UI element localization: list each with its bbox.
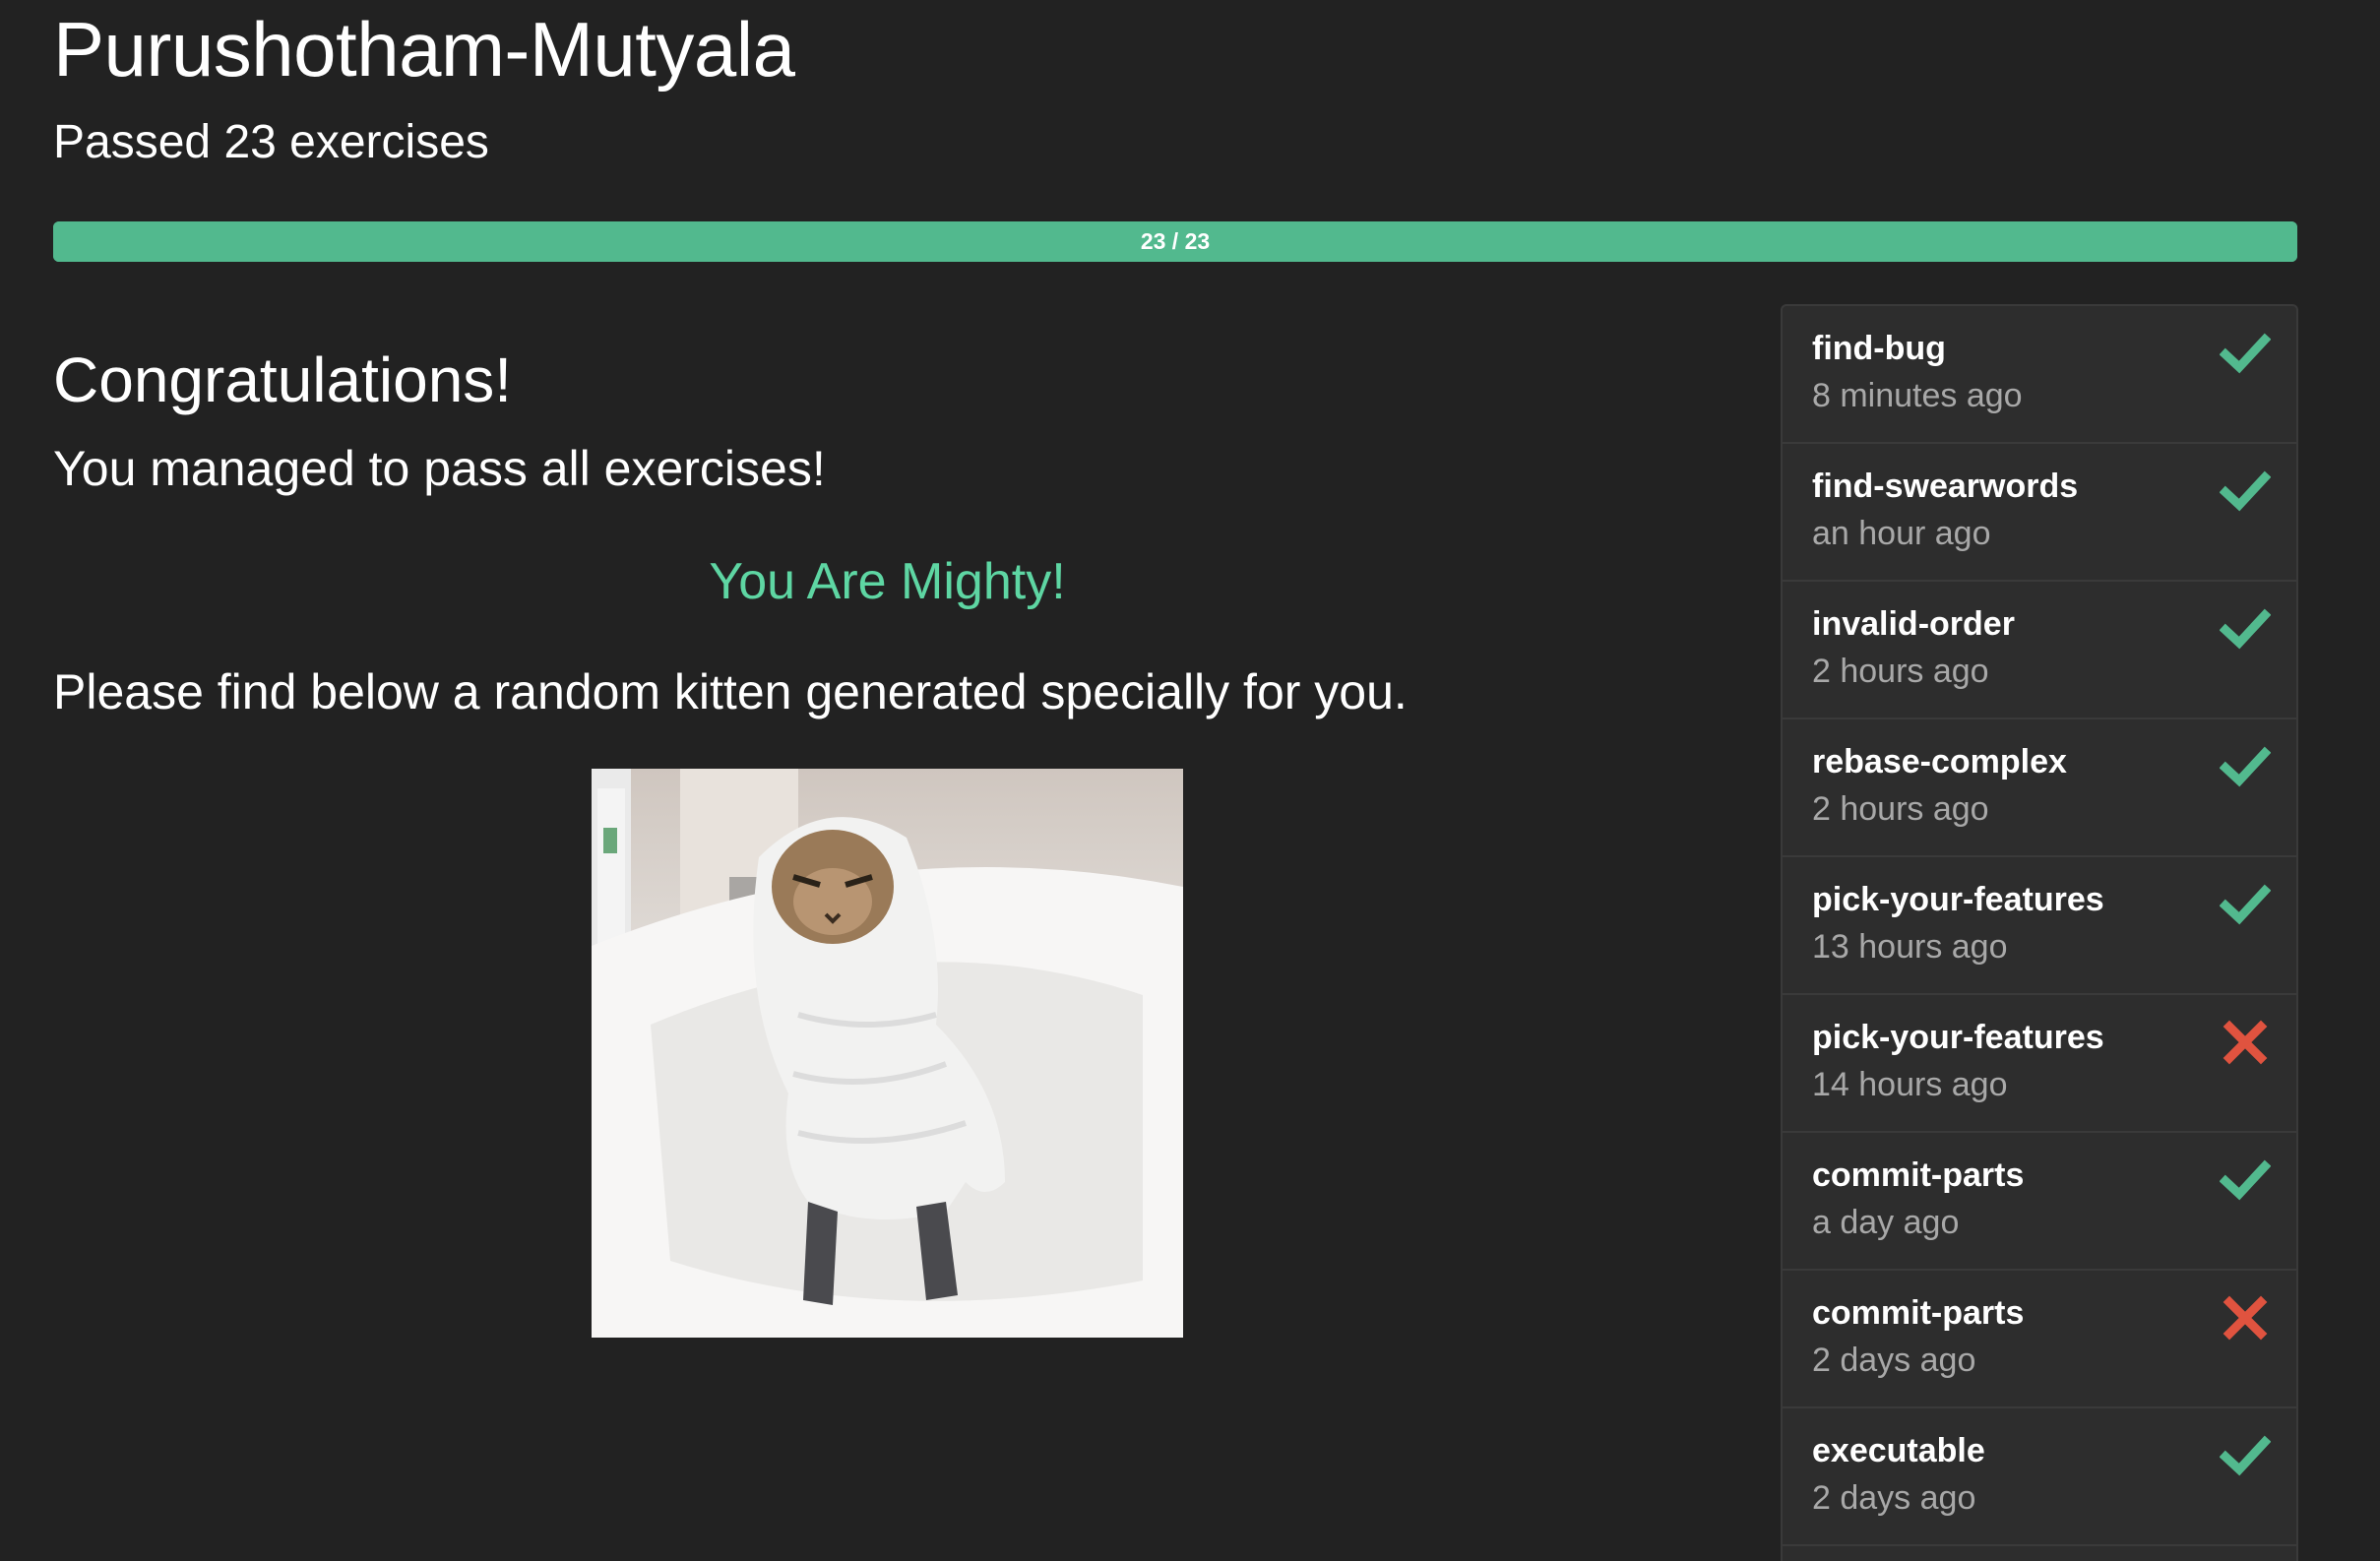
check-icon — [2219, 1155, 2272, 1206]
exercise-list-item[interactable]: commit-parts a day ago — [1783, 1133, 2296, 1271]
exercise-time: 2 days ago — [1812, 1479, 1976, 1517]
cross-icon — [2220, 1017, 2271, 1068]
exercise-list-item[interactable]: commit-parts 2 days ago — [1783, 1271, 2296, 1408]
progress-label: 23 / 23 — [1140, 228, 1211, 254]
exercise-name: find-bug — [1812, 330, 1946, 367]
exercise-name: commit-parts — [1812, 1294, 2025, 1332]
exercise-name: find-swearwords — [1812, 468, 2079, 505]
check-icon — [2219, 879, 2272, 930]
check-icon — [2219, 466, 2272, 517]
exercise-time: 2 hours ago — [1812, 653, 1989, 690]
exercise-time: 8 minutes ago — [1812, 377, 2023, 414]
check-icon — [2219, 1430, 2272, 1481]
exercise-time: 2 days ago — [1812, 1342, 1976, 1379]
cross-icon — [2220, 1292, 2271, 1343]
exercise-list-item[interactable]: rebase-complex 2 hours ago — [1783, 719, 2296, 857]
progress-bar: 23 / 23 — [53, 221, 2297, 262]
exercise-time: an hour ago — [1812, 515, 1991, 552]
exercise-list-item[interactable]: pick-your-features 13 hours ago — [1783, 857, 2296, 995]
check-icon — [2219, 328, 2272, 379]
exercise-name: commit-parts — [1812, 1156, 2025, 1194]
exercise-list-item[interactable]: find-swearwords an hour ago — [1783, 444, 2296, 582]
mighty-message: You Are Mighty! — [709, 553, 1066, 610]
exercise-name: pick-your-features — [1812, 881, 2104, 918]
exercise-name: executable — [1812, 1432, 1985, 1469]
kitten-picture — [592, 769, 1183, 1338]
exercise-time: 13 hours ago — [1812, 928, 2008, 966]
username-title: Purushotham-Mutyala — [53, 6, 795, 93]
page: Purushotham-Mutyala Passed 23 exercises … — [0, 0, 2380, 1561]
exercise-history-list: find-bug 8 minutes ago find-swearwords an h… — [1781, 304, 2298, 1561]
exercise-name: rebase-complex — [1812, 743, 2067, 780]
exercise-time: 2 hours ago — [1812, 790, 1989, 828]
success-message: You managed to pass all exercises! — [53, 441, 826, 496]
exercise-name: pick-your-features — [1812, 1019, 2104, 1056]
exercise-list-item[interactable]: executable 2 days ago — [1783, 1408, 2296, 1546]
exercise-time: a day ago — [1812, 1204, 1960, 1241]
check-icon — [2219, 603, 2272, 655]
exercise-time: 14 hours ago — [1812, 1066, 2008, 1103]
passed-count-text: Passed 23 exercises — [53, 116, 489, 168]
congratulations-heading: Congratulations! — [53, 344, 513, 415]
exercise-list-item[interactable]: find-bug 8 minutes ago — [1783, 306, 2296, 444]
check-icon — [2219, 741, 2272, 792]
exercise-list-item[interactable]: invalid-order 2 hours ago — [1783, 582, 2296, 719]
kitten-image — [592, 769, 1183, 1338]
exercise-list-item[interactable]: pick-your-features 14 hours ago — [1783, 995, 2296, 1133]
exercise-name: invalid-order — [1812, 605, 2015, 643]
kitten-intro-text: Please find below a random kitten genera… — [53, 664, 1408, 719]
